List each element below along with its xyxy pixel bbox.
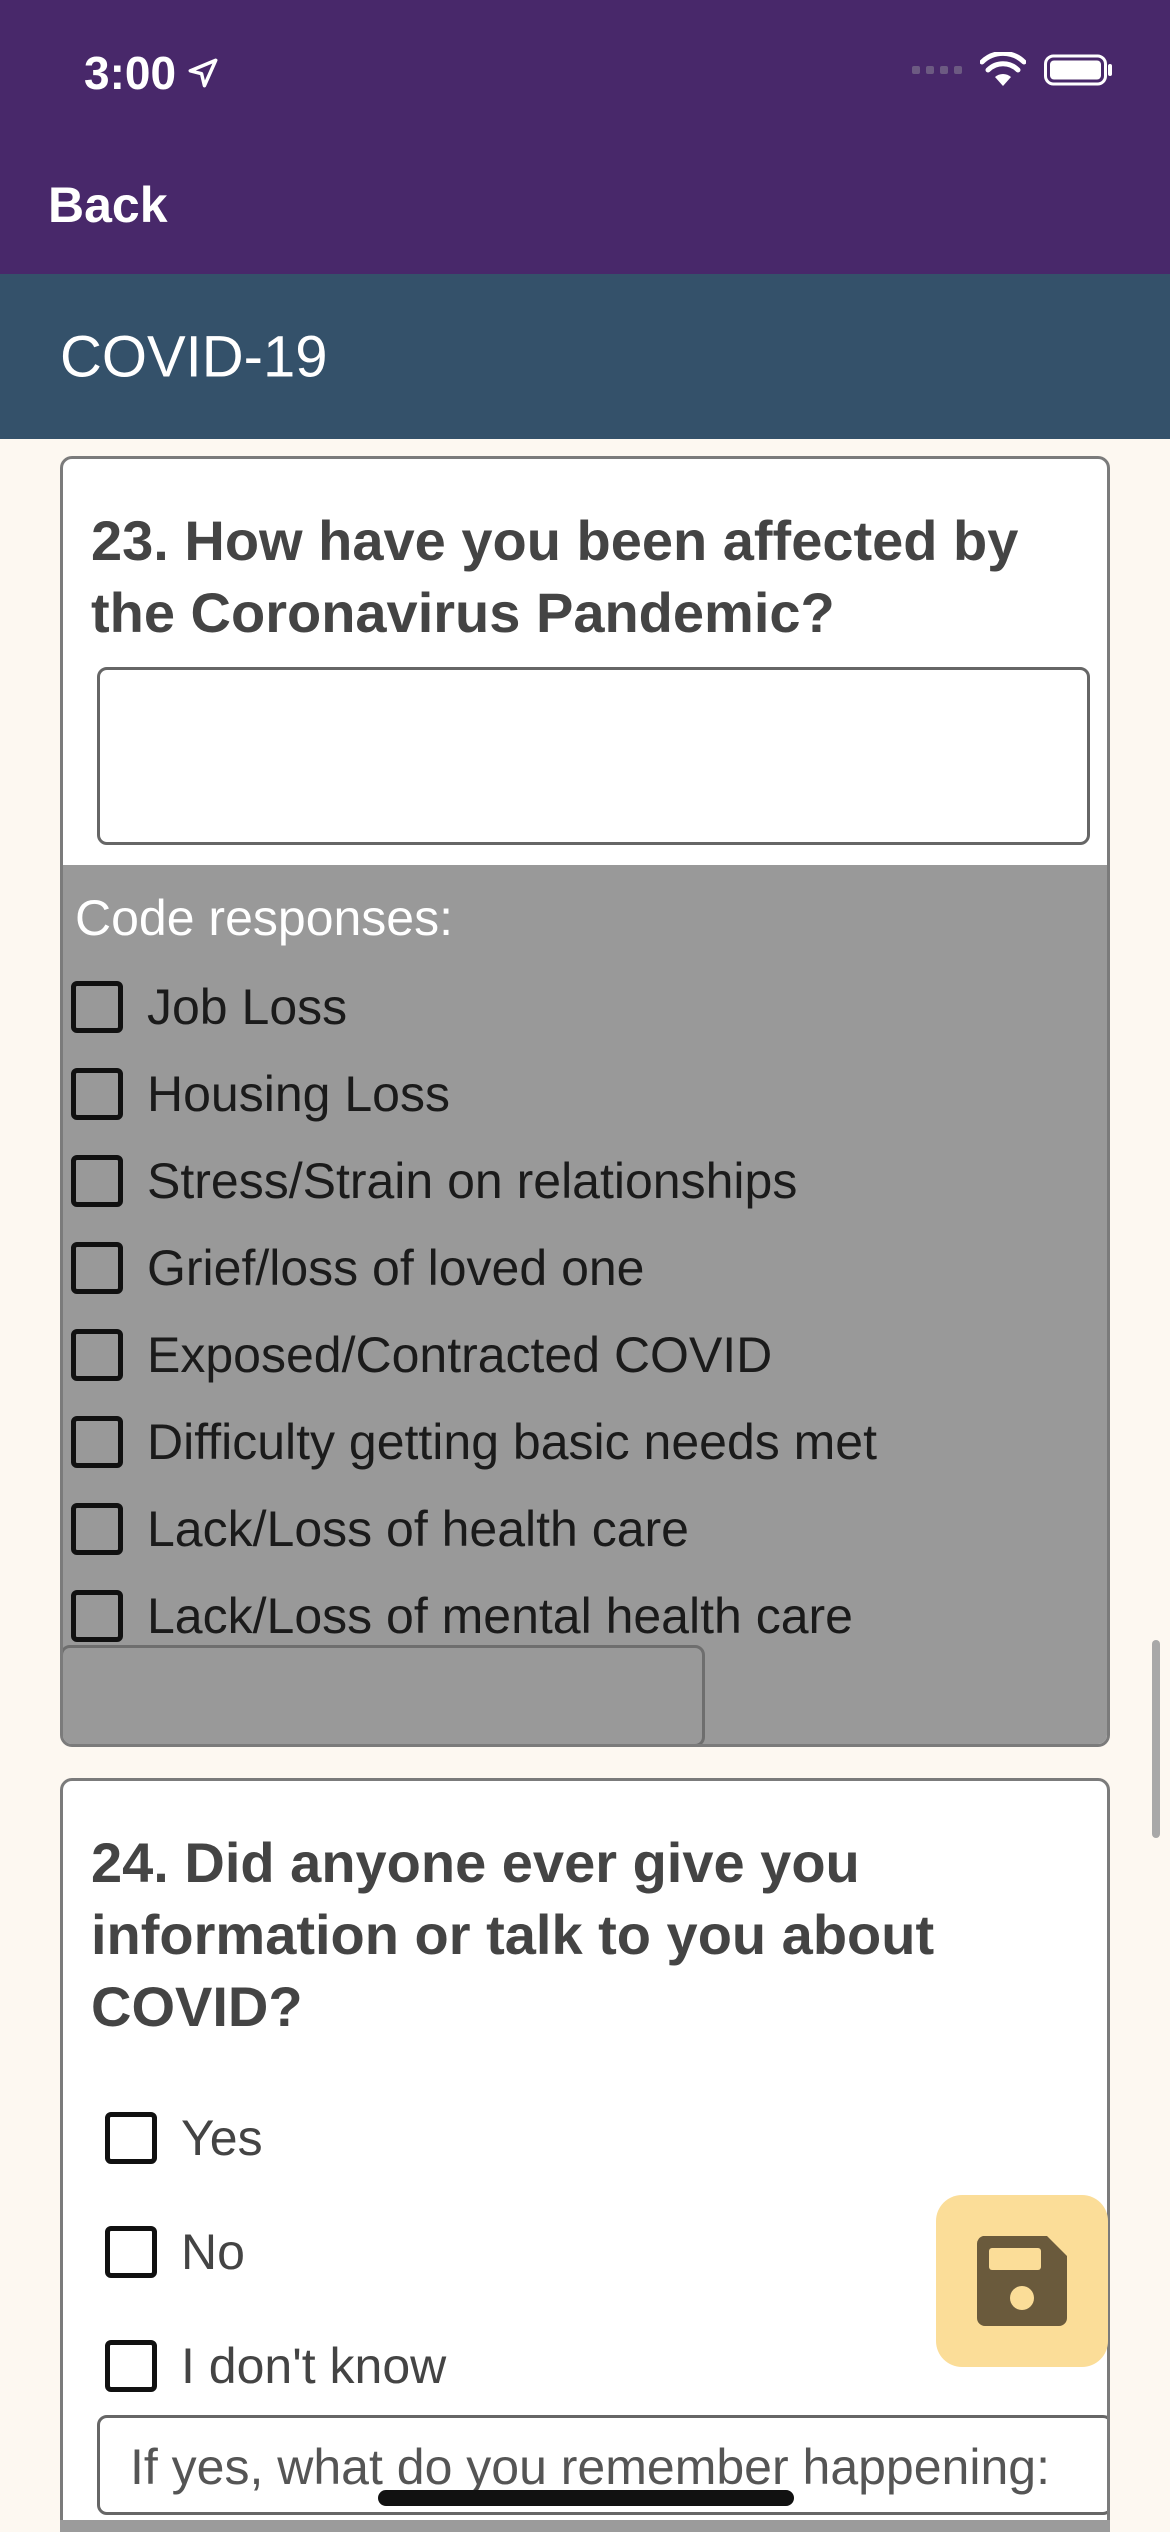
checkbox[interactable] bbox=[71, 1502, 123, 1555]
battery-icon bbox=[1044, 54, 1112, 86]
option-label: No bbox=[181, 2224, 245, 2280]
checkbox[interactable] bbox=[105, 2340, 157, 2392]
question-24-card: 24. Did anyone ever give you information… bbox=[60, 1778, 1110, 2532]
option-label: Yes bbox=[181, 2110, 263, 2166]
code-item-label: Job Loss bbox=[147, 978, 348, 1035]
question-24-options: Yes No I don't know bbox=[105, 2081, 446, 2423]
code-item-label: Housing Loss bbox=[147, 1065, 450, 1122]
section-title: COVID-19 bbox=[60, 324, 328, 389]
checkbox[interactable] bbox=[71, 1589, 123, 1642]
option-dont-know[interactable]: I don't know bbox=[105, 2309, 446, 2423]
question-23-card: 23. How have you been affected by the Co… bbox=[60, 456, 1110, 1747]
location-arrow-icon bbox=[188, 58, 218, 88]
status-time: 3:00 bbox=[84, 46, 220, 100]
code-responses-list: Job Loss Housing Loss Stress/Strain on r… bbox=[71, 963, 877, 1659]
question-23-answer-input[interactable] bbox=[97, 667, 1090, 845]
next-card-edge bbox=[60, 2520, 1110, 2532]
cellular-signal-icon bbox=[912, 66, 962, 74]
option-label: I don't know bbox=[181, 2338, 447, 2394]
code-item-label: Lack/Loss of health care bbox=[147, 1500, 689, 1557]
save-button[interactable] bbox=[936, 2195, 1108, 2367]
code-item-housing-loss[interactable]: Housing Loss bbox=[71, 1050, 877, 1137]
checkbox[interactable] bbox=[71, 1154, 123, 1207]
checkbox[interactable] bbox=[71, 1067, 123, 1120]
question-23-title: 23. How have you been affected by the Co… bbox=[91, 509, 1019, 644]
code-other-input[interactable] bbox=[63, 1645, 705, 1744]
code-responses-label: Code responses: bbox=[75, 890, 454, 946]
status-time-text: 3:00 bbox=[84, 47, 177, 99]
code-item-health-care[interactable]: Lack/Loss of health care bbox=[71, 1485, 877, 1572]
code-item-job-loss[interactable]: Job Loss bbox=[71, 963, 877, 1050]
code-item-stress-strain[interactable]: Stress/Strain on relationships bbox=[71, 1137, 877, 1224]
checkbox[interactable] bbox=[71, 980, 123, 1033]
code-item-label: Difficulty getting basic needs met bbox=[147, 1413, 878, 1470]
wifi-icon bbox=[980, 52, 1026, 86]
code-item-exposed-contracted[interactable]: Exposed/Contracted COVID bbox=[71, 1311, 877, 1398]
code-item-label: Grief/loss of loved one bbox=[147, 1239, 645, 1296]
back-button[interactable]: Back bbox=[48, 176, 168, 234]
floppy-disk-icon bbox=[976, 2236, 1067, 2326]
status-icons bbox=[912, 52, 1114, 88]
section-header: COVID-19 bbox=[0, 274, 1170, 439]
code-item-basic-needs[interactable]: Difficulty getting basic needs met bbox=[71, 1398, 877, 1485]
checkbox[interactable] bbox=[105, 2112, 157, 2164]
home-indicator[interactable] bbox=[378, 2490, 794, 2506]
checkbox[interactable] bbox=[71, 1415, 123, 1468]
code-item-label: Exposed/Contracted COVID bbox=[147, 1326, 773, 1383]
question-24-title: 24. Did anyone ever give you information… bbox=[91, 1831, 935, 2038]
code-item-label: Lack/Loss of mental health care bbox=[147, 1587, 853, 1644]
code-responses-panel: Code responses: Job Loss Housing Loss St… bbox=[63, 865, 1107, 1744]
code-item-grief-loss[interactable]: Grief/loss of loved one bbox=[71, 1224, 877, 1311]
option-no[interactable]: No bbox=[105, 2195, 446, 2309]
top-bar: 3:00 Back bbox=[0, 0, 1170, 274]
checkbox[interactable] bbox=[71, 1328, 123, 1381]
code-item-label: Stress/Strain on relationships bbox=[147, 1152, 798, 1209]
checkbox[interactable] bbox=[105, 2226, 157, 2278]
checkbox[interactable] bbox=[71, 1241, 123, 1294]
scrollbar[interactable] bbox=[1152, 1640, 1160, 1838]
option-yes[interactable]: Yes bbox=[105, 2081, 446, 2195]
